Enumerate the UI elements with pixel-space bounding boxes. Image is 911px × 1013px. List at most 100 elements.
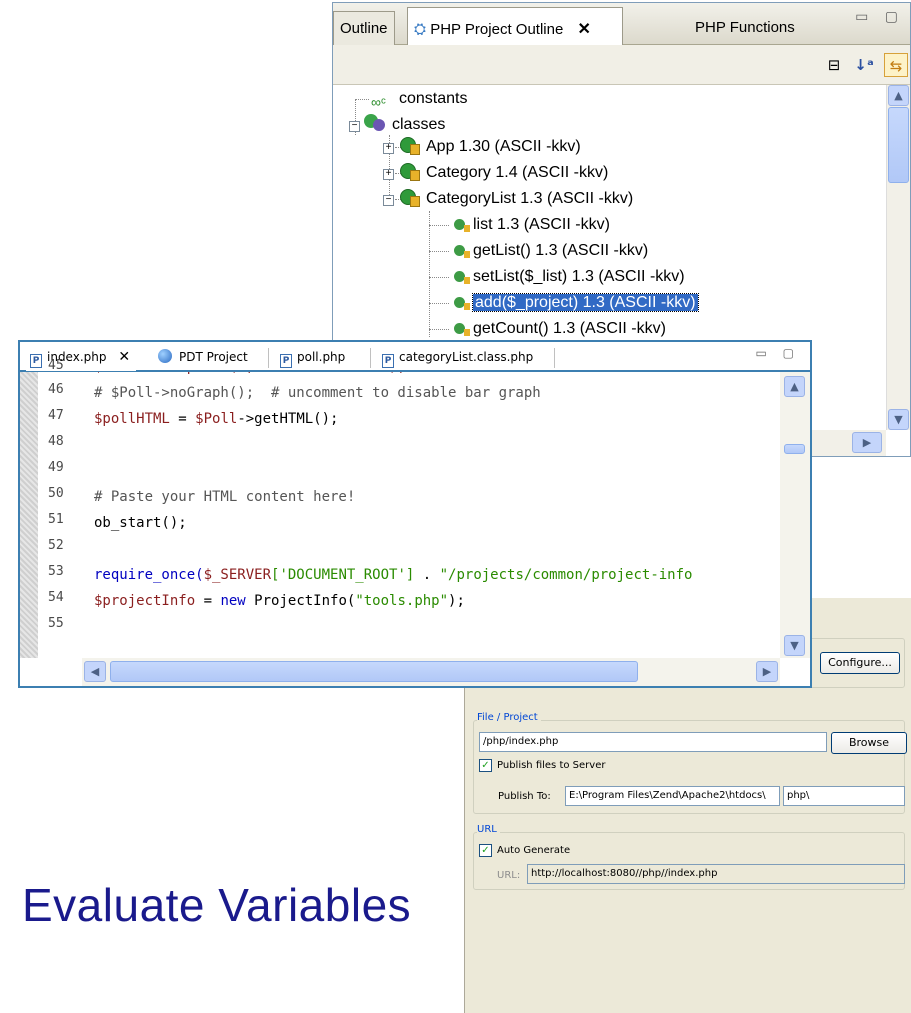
scroll-right-icon[interactable]: ▶	[756, 661, 778, 682]
link-editor-icon[interactable]: ⇆	[884, 53, 908, 77]
code-token: ->getHTML();	[237, 411, 339, 427]
tree-node-method-getlist[interactable]: getList() 1.3 (ASCII -kkv)	[451, 239, 648, 263]
code-token: $_SERVER	[203, 567, 272, 583]
publish-to-label: Publish To:	[498, 791, 551, 802]
scroll-left-icon[interactable]: ◀	[84, 661, 106, 682]
line-number: 47	[48, 408, 64, 423]
code-line[interactable]: # Paste your HTML content here!	[94, 484, 355, 510]
collapse-all-icon[interactable]: ⊟	[822, 53, 846, 77]
scroll-down-icon[interactable]: ▼	[888, 409, 909, 430]
expand-toggle-icon[interactable]: +	[383, 143, 394, 154]
browse-button[interactable]: Browse	[831, 732, 907, 754]
class-icon	[398, 188, 420, 207]
tree-node-class-categorylist[interactable]: − CategoryList 1.3 (ASCII -kkv)	[383, 187, 633, 211]
code-token: $projectInfo	[94, 593, 196, 609]
code-line[interactable]: require_once($_SERVER['DOCUMENT_ROOT'] .…	[94, 562, 692, 588]
code-line[interactable]: # $Poll->noGraph(); # uncomment to disab…	[94, 380, 541, 406]
line-number-gutter: 45 46 47 48 49 50 51 52 53 54 55	[38, 358, 82, 658]
scroll-thumb[interactable]	[110, 661, 638, 682]
close-icon[interactable]: ✕	[577, 21, 590, 38]
line-number: 49	[48, 460, 64, 475]
tree-node-method-add[interactable]: add($_project) 1.3 (ASCII -kkv)	[451, 291, 699, 315]
line-number: 46	[48, 382, 64, 397]
method-icon	[451, 292, 470, 310]
expand-toggle-icon[interactable]: +	[383, 169, 394, 180]
tree-node-method-setlist[interactable]: setList($_list) 1.3 (ASCII -kkv)	[451, 265, 685, 289]
tab-php-functions[interactable]: PHP Functions	[689, 11, 801, 45]
tab-categorylist-class-php[interactable]: PcategoryList.class.php	[378, 347, 539, 371]
code-token: "tools.php"	[355, 593, 449, 609]
scroll-down-icon[interactable]: ▼	[784, 635, 805, 656]
window-controls[interactable]: ▭ ▢	[855, 9, 904, 25]
close-icon[interactable]: ✕	[118, 349, 130, 365]
code-token: ob_start();	[94, 515, 187, 531]
code-line[interactable]: $Poll->addOption(4, "Outline Views");	[94, 372, 406, 380]
sort-alpha-icon[interactable]: ↓ᵃ	[852, 53, 876, 77]
configure-button[interactable]: Configure...	[820, 652, 900, 674]
line-number: 51	[48, 512, 64, 527]
url-label: URL:	[497, 870, 521, 881]
editor-tabbar: Pindex.php ✕ PDT Project Ppoll.php Pcate…	[20, 342, 810, 372]
method-icon	[451, 240, 470, 258]
method-icon	[451, 318, 470, 336]
scroll-right-icon[interactable]: ▶	[852, 432, 882, 453]
file-path-field[interactable]: /php/index.php	[479, 732, 827, 752]
php-editor: Pindex.php ✕ PDT Project Ppoll.php Pcate…	[18, 340, 812, 688]
auto-generate-checkbox[interactable]: ✓	[479, 844, 492, 857]
constants-icon: ∞ᶜ	[371, 94, 386, 110]
scroll-thumb[interactable]	[784, 444, 805, 454]
url-group-title: URL	[477, 824, 500, 835]
publish-to-subdir-field[interactable]: php\	[783, 786, 905, 806]
line-number: 48	[48, 434, 64, 449]
editor-vertical-scrollbar[interactable]: ▲ ▼	[780, 372, 810, 658]
code-token: =	[169, 411, 196, 427]
scroll-up-icon[interactable]: ▲	[784, 376, 805, 397]
file-project-title: File / Project	[477, 712, 541, 723]
tab-poll-php[interactable]: Ppoll.php	[276, 347, 351, 371]
code-line[interactable]: $pollHTML = $Poll->getHTML();	[94, 406, 338, 432]
line-number: 50	[48, 486, 64, 501]
overview-ruler	[20, 372, 38, 658]
tree-node-class-category[interactable]: + Category 1.4 (ASCII -kkv)	[383, 161, 608, 185]
tab-outline[interactable]: Outline	[333, 11, 395, 45]
outline-tabbar: Outline ⛭ PHP Project Outline ✕ PHP Func…	[333, 3, 910, 45]
globe-icon	[158, 349, 172, 363]
code-line[interactable]: $projectInfo = new ProjectInfo("tools.ph…	[94, 588, 465, 614]
code-token: =	[195, 593, 221, 609]
window-controls[interactable]: ▭ ▢	[756, 346, 801, 360]
scroll-up-icon[interactable]: ▲	[888, 85, 909, 106]
tab-index-php[interactable]: Pindex.php ✕	[26, 347, 137, 371]
editor-horizontal-scrollbar[interactable]: ◀ ▶	[82, 658, 780, 686]
line-number: 52	[48, 538, 64, 553]
slide-caption: Evaluate Variables	[22, 879, 412, 931]
code-token: # $Poll->noGraph(); # uncomment to disab…	[94, 385, 541, 401]
tab-pdt-project[interactable]: PDT Project	[154, 347, 254, 371]
tree-node-constants[interactable]: ∞ᶜ constants	[371, 87, 467, 111]
tree-node-member-list[interactable]: list 1.3 (ASCII -kkv)	[451, 213, 610, 237]
tree-node-method-getcount[interactable]: getCount() 1.3 (ASCII -kkv)	[451, 317, 666, 341]
line-number: 54	[48, 590, 64, 605]
code-token: require_once(	[94, 567, 204, 583]
code-line[interactable]: ob_start();	[94, 510, 187, 536]
auto-generate-label: Auto Generate	[497, 845, 571, 856]
tab-php-project-outline[interactable]: ⛭ PHP Project Outline ✕	[407, 7, 623, 45]
line-number: 55	[48, 616, 64, 631]
publish-to-path-field[interactable]: E:\Program Files\Zend\Apache2\htdocs\	[565, 786, 780, 806]
tree-node-class-app[interactable]: + App 1.30 (ASCII -kkv)	[383, 135, 581, 159]
class-icon	[398, 162, 420, 181]
scroll-thumb[interactable]	[888, 107, 909, 183]
code-area[interactable]: $Poll->addOption(4, "Outline Views"); # $…	[82, 372, 780, 658]
outline-vertical-scrollbar[interactable]: ▲ ▼	[886, 85, 910, 430]
code-token: $pollHTML	[94, 411, 170, 427]
collapse-toggle-icon[interactable]: −	[383, 195, 394, 206]
code-token: ['DOCUMENT_ROOT']	[271, 567, 415, 583]
publish-files-checkbox[interactable]: ✓	[479, 759, 492, 772]
line-number: 45	[48, 358, 64, 373]
code-token: );	[448, 593, 465, 609]
code-token: $Poll->addOption(4, "Outline Views");	[94, 372, 406, 375]
code-token: .	[414, 567, 440, 583]
tab-separator	[554, 348, 555, 368]
collapse-toggle-icon[interactable]: −	[349, 121, 360, 132]
outline-toolbar: ⊟ ↓ᵃ ⇆	[333, 45, 910, 85]
tree-node-classes[interactable]: − classes	[349, 113, 445, 137]
